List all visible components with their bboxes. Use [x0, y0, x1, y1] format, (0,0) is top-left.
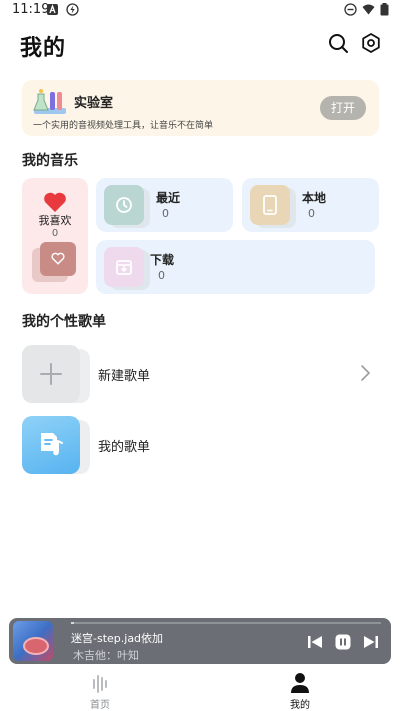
bolt-circle-icon	[66, 3, 79, 16]
tab-home[interactable]: 首页	[60, 672, 140, 711]
recent-count: 0	[162, 207, 169, 220]
person-icon	[291, 673, 309, 693]
recent-thumb	[104, 185, 144, 225]
recent-tile[interactable]: 最近 0	[96, 178, 233, 232]
lab-flask-icon	[33, 89, 66, 114]
heart-outline-icon	[51, 252, 65, 265]
lab-description: 一个实用的音视频处理工具，让音乐不在简单	[33, 121, 214, 131]
page-title: 我的	[20, 36, 67, 61]
phone-icon	[263, 195, 277, 215]
status-time: 11:19	[12, 2, 50, 17]
my-playlist-row[interactable]: 我的歌单	[22, 416, 382, 474]
music-doc-icon	[41, 433, 63, 456]
player-cover[interactable]	[13, 621, 53, 661]
my-playlist-label: 我的歌单	[98, 440, 151, 455]
tab-mine[interactable]: 我的	[260, 672, 340, 711]
heart-icon	[44, 192, 66, 212]
my-music-title: 我的音乐	[22, 153, 78, 169]
settings-icon[interactable]	[360, 32, 382, 54]
local-name: 本地	[302, 191, 327, 205]
battery-icon	[380, 3, 389, 16]
download-thumb	[104, 247, 144, 287]
search-icon[interactable]	[327, 32, 349, 54]
local-count: 0	[308, 207, 315, 220]
player-artist: 木吉他：叶知	[73, 649, 139, 662]
download-icon	[116, 260, 132, 275]
player-progress-track[interactable]	[71, 622, 381, 624]
plus-icon	[40, 363, 62, 385]
waveform-icon	[93, 675, 107, 693]
new-playlist-label: 新建歌单	[98, 369, 151, 384]
favorites-count: 0	[51, 228, 59, 239]
a-square-icon	[47, 4, 58, 15]
player-disc	[23, 637, 49, 655]
chevron-right-icon[interactable]	[358, 364, 372, 382]
lab-title: 实验室	[74, 96, 114, 111]
playlists-title: 我的个性歌单	[22, 314, 106, 330]
wifi-icon	[362, 4, 375, 15]
local-thumb	[250, 185, 290, 225]
pause-icon[interactable]	[335, 634, 351, 650]
recent-name: 最近	[156, 191, 181, 205]
favorites-label: 我喜欢	[38, 214, 72, 227]
favorites-cover	[40, 242, 76, 276]
new-playlist-row[interactable]: 新建歌单	[22, 345, 382, 403]
mini-player[interactable]: 迷宫-step.jad依加 木吉他：叶知	[9, 618, 391, 664]
lab-open-button[interactable]: 打开	[320, 96, 366, 120]
download-name: 下载	[150, 253, 175, 267]
next-icon[interactable]	[363, 634, 379, 650]
player-progress-fill	[71, 622, 75, 624]
my-playlist-thumb	[22, 416, 80, 474]
new-playlist-thumb	[22, 345, 80, 403]
player-title: 迷宫-step.jad依加	[71, 632, 164, 645]
download-tile[interactable]: 下载 0	[96, 240, 375, 294]
clock-icon	[116, 197, 132, 213]
local-tile[interactable]: 本地 0	[242, 178, 379, 232]
tab-mine-label: 我的	[290, 700, 310, 711]
status-bar: 11:19	[0, 0, 400, 22]
download-count: 0	[158, 269, 165, 282]
previous-icon[interactable]	[307, 634, 323, 650]
favorites-card[interactable]: 我喜欢 0	[22, 178, 88, 294]
tab-home-label: 首页	[90, 700, 110, 711]
lab-card[interactable]: 实验室 一个实用的音视频处理工具，让音乐不在简单 打开	[22, 80, 379, 136]
dnd-icon	[344, 3, 357, 16]
